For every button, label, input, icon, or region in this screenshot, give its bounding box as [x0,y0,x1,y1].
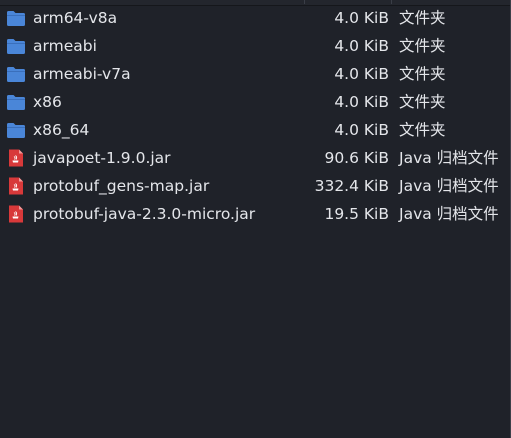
file-size: 4.0 KiB [334,9,389,27]
file-size: 19.5 KiB [324,205,389,223]
file-type: Java 归档文件 [399,177,499,195]
file-name: javapoet-1.9.0.jar [33,149,171,167]
file-name: armeabi [33,37,97,55]
file-name: protobuf-java-2.3.0-micro.jar [33,205,256,223]
list-item[interactable]: x86 4.0 KiB 文件夹 [0,88,510,116]
file-type: 文件夹 [399,121,446,139]
list-item[interactable]: protobuf_gens-map.jar 332.4 KiB Java 归档文… [0,172,510,200]
folder-icon [6,93,26,111]
file-type: 文件夹 [399,65,446,83]
file-size: 90.6 KiB [324,149,389,167]
list-item[interactable]: javapoet-1.9.0.jar 90.6 KiB Java 归档文件 [0,144,510,172]
folder-icon [6,121,26,139]
file-type: Java 归档文件 [399,149,499,167]
file-size: 332.4 KiB [314,177,389,195]
folder-icon [6,9,26,27]
java-archive-icon [6,149,26,167]
file-type: Java 归档文件 [399,205,499,223]
file-type: 文件夹 [399,9,446,27]
folder-icon [6,37,26,55]
folder-icon [6,65,26,83]
file-size: 4.0 KiB [334,65,389,83]
list-item[interactable]: x86_64 4.0 KiB 文件夹 [0,116,510,144]
java-archive-icon [6,177,26,195]
file-name: x86_64 [33,121,90,139]
file-name: protobuf_gens-map.jar [33,177,210,195]
file-manager-pane: arm64-v8a 4.0 KiB 文件夹 armeabi 4.0 KiB 文件… [0,0,511,438]
list-item[interactable]: armeabi-v7a 4.0 KiB 文件夹 [0,60,510,88]
file-type: 文件夹 [399,93,446,111]
file-list: arm64-v8a 4.0 KiB 文件夹 armeabi 4.0 KiB 文件… [0,4,510,228]
file-name: armeabi-v7a [33,65,131,83]
file-size: 4.0 KiB [334,93,389,111]
java-archive-icon [6,205,26,223]
file-size: 4.0 KiB [334,37,389,55]
list-item[interactable]: armeabi 4.0 KiB 文件夹 [0,32,510,60]
list-item[interactable]: arm64-v8a 4.0 KiB 文件夹 [0,4,510,32]
list-item[interactable]: protobuf-java-2.3.0-micro.jar 19.5 KiB J… [0,200,510,228]
file-type: 文件夹 [399,37,446,55]
file-size: 4.0 KiB [334,121,389,139]
file-name: arm64-v8a [33,9,118,27]
file-name: x86 [33,93,62,111]
